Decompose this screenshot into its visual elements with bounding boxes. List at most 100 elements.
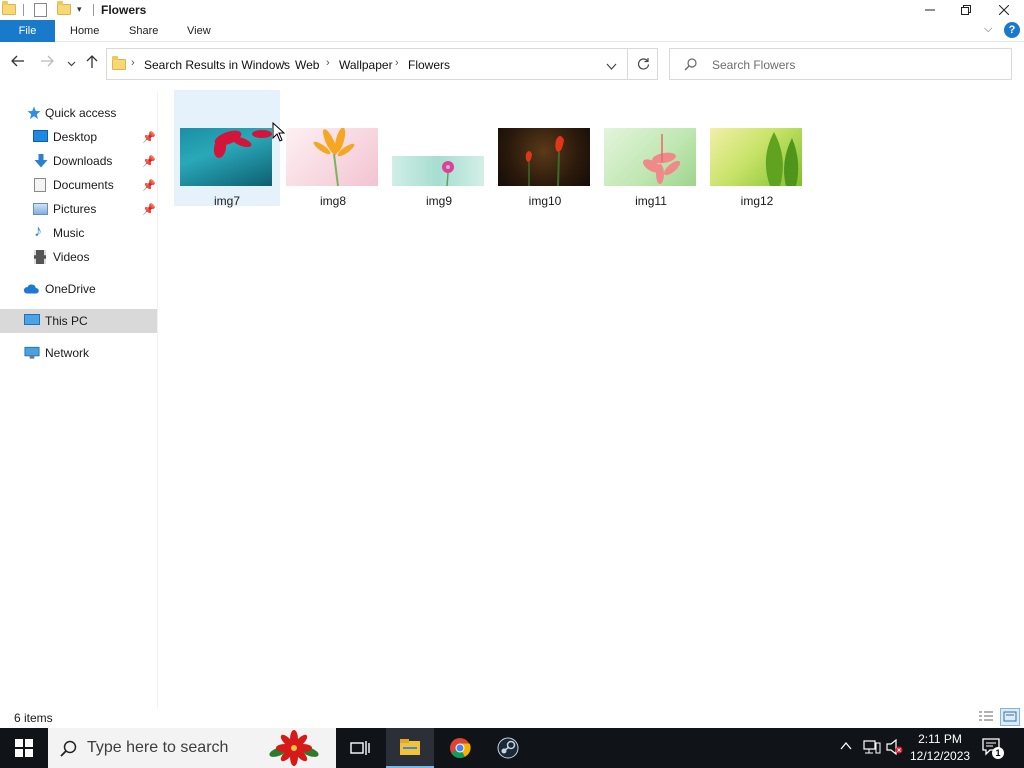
sidebar-item-onedrive[interactable]: OneDrive [0,277,157,301]
file-item[interactable]: img12 [704,90,810,208]
computer-icon [24,314,40,325]
action-center-button[interactable]: 1 [982,738,1004,759]
divider [93,4,94,16]
help-icon[interactable]: ? [1004,22,1020,38]
divider [23,4,24,16]
up-button[interactable] [86,54,98,71]
task-view-icon [350,741,370,755]
close-button[interactable] [986,0,1022,20]
download-arrow-icon [34,154,48,168]
tab-file[interactable]: File [0,20,55,42]
details-view-button[interactable] [978,710,996,724]
film-icon [34,250,46,264]
pictures-icon [33,203,48,215]
file-item[interactable]: img8 [280,90,386,208]
expand-ribbon-icon[interactable]: ⌵ [984,23,992,36]
file-name: img8 [319,194,346,208]
tab-share[interactable]: Share [129,20,158,42]
address-history-button[interactable] [606,60,617,74]
sidebar-item-downloads[interactable]: Downloads 📌 [0,149,157,173]
sidebar-item-videos[interactable]: Videos [0,245,157,269]
large-icons-view-button[interactable] [1000,708,1020,726]
chevron-right-icon[interactable]: › [131,57,135,69]
window-title: Flowers [101,3,147,17]
pane-divider[interactable] [157,92,158,708]
tab-home[interactable]: Home [70,20,99,42]
task-view-button[interactable] [336,728,384,768]
network-icon [24,346,40,359]
thumbnail-image [180,128,272,186]
sidebar-item-network[interactable]: Network [0,341,157,365]
file-list: img7 img8 img9 img10 img11 img12 [160,86,1024,706]
file-explorer-icon [400,739,420,755]
search-input[interactable]: Search Flowers [712,58,795,72]
item-count: 6 items [14,711,53,725]
navigation-bar: › Search Results in Windows › Web › Wall… [0,42,1024,84]
recent-locations-button[interactable] [67,55,76,71]
steam-icon [497,737,519,759]
refresh-icon [637,58,650,70]
navigation-pane: Quick access Desktop 📌 Downloads 📌 Docum… [0,92,157,708]
customize-quick-access-icon[interactable]: ▾ [77,4,82,15]
breadcrumb-web[interactable]: Web [295,58,319,72]
taskbar-search-input[interactable]: Type here to search [87,739,228,757]
mouse-cursor-icon [272,122,286,142]
file-item[interactable]: img7 [174,90,280,208]
ribbon: File Home Share View ⌵ ? [0,20,1024,42]
chevron-right-icon[interactable]: › [282,57,286,69]
file-item[interactable]: img10 [492,90,598,208]
chevron-up-icon [840,741,852,750]
restore-button[interactable] [948,0,984,20]
close-icon [999,5,1009,15]
status-bar: 6 items [0,708,1024,728]
desktop-icon [33,130,48,142]
sidebar-item-quick-access[interactable]: Quick access [0,101,157,125]
sidebar-item-label: This PC [45,314,88,328]
details-view-icon [979,711,993,721]
clock[interactable]: 2:11 PM 12/12/2023 [910,731,970,765]
search-field[interactable]: Search Flowers [669,48,1012,80]
volume-button[interactable] [886,738,904,758]
breadcrumb-wallpaper[interactable]: Wallpaper [339,58,393,72]
breadcrumb-flowers[interactable]: Flowers [408,58,450,72]
chevron-right-icon[interactable]: › [395,57,399,69]
chevron-right-icon[interactable]: › [326,57,330,69]
back-arrow-icon [11,55,24,67]
show-hidden-icons-button[interactable] [840,740,852,754]
taskbar-file-explorer[interactable] [386,728,434,768]
minimize-button[interactable] [912,0,948,20]
sidebar-item-label: OneDrive [45,282,96,296]
sidebar-item-documents[interactable]: Documents 📌 [0,173,157,197]
thumbnail-image [498,128,590,186]
sidebar-item-music[interactable]: ♪ Music [0,221,157,245]
taskbar-steam[interactable] [484,728,532,768]
sidebar-item-label: Quick access [45,106,117,120]
forward-button[interactable] [40,54,54,70]
properties-icon[interactable] [34,3,47,17]
start-button[interactable] [0,728,48,768]
breadcrumb-search-results[interactable]: Search Results in Windows [144,58,290,72]
network-wired-icon [863,740,881,754]
sidebar-item-label: Network [45,346,90,360]
back-button[interactable] [11,54,25,70]
file-name: img7 [213,194,240,208]
sidebar-item-label: Videos [53,250,90,264]
refresh-button[interactable] [637,57,650,73]
pin-icon: 📌 [142,131,156,144]
thumbnail-image [604,128,696,186]
thumbnail-image [710,128,802,186]
file-item[interactable]: img9 [386,90,492,208]
network-status-button[interactable] [863,740,881,757]
thumbnail-image [286,128,378,186]
clock-time: 2:11 PM [918,732,962,746]
pin-icon: 📌 [142,203,156,216]
address-bar[interactable]: › Search Results in Windows › Web › Wall… [106,48,658,80]
taskbar-search-box[interactable]: Type here to search [48,728,336,768]
tab-view[interactable]: View [187,20,211,42]
file-item[interactable]: img11 [598,90,704,208]
sidebar-item-pictures[interactable]: Pictures 📌 [0,197,157,221]
sidebar-item-desktop[interactable]: Desktop 📌 [0,125,157,149]
sidebar-item-this-pc[interactable]: This PC [0,309,157,333]
taskbar: Type here to search 2:11 PM 12/12/2023 1 [0,728,1024,768]
taskbar-chrome[interactable] [436,728,484,768]
